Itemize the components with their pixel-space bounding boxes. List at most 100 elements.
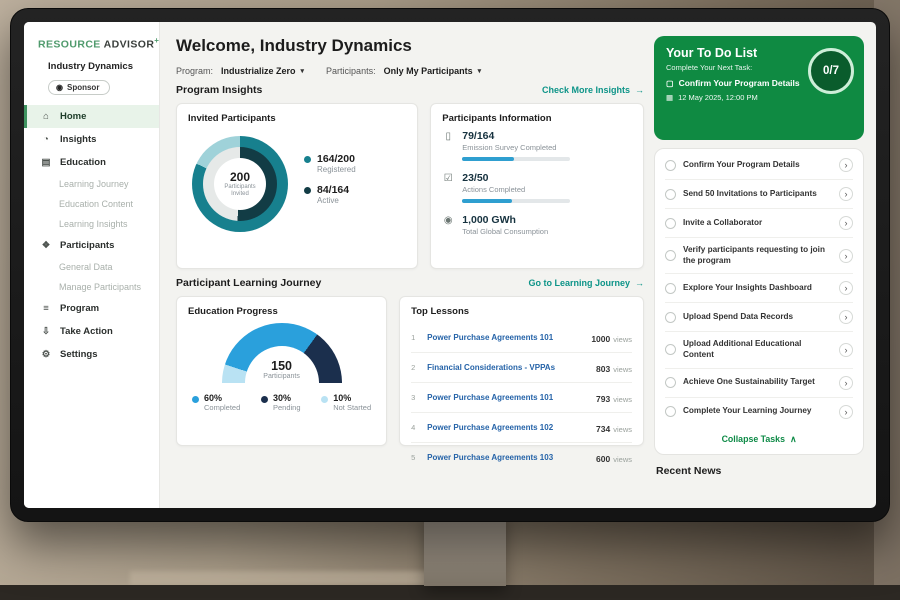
task-chevron-button[interactable]: › — [839, 158, 853, 172]
lesson-views: 1000 — [591, 334, 610, 344]
sidebar-item-education-content[interactable]: Education Content — [24, 194, 159, 214]
monitor-bezel: RESOURCE ADVISOR+ Industry Dynamics ◉ Sp… — [10, 8, 890, 522]
lesson-link[interactable]: Financial Considerations - VPPAs — [427, 363, 589, 372]
legend-label: Completed — [204, 403, 240, 412]
task-chevron-button[interactable]: › — [839, 216, 853, 230]
sidebar-item-learning-insights[interactable]: Learning Insights — [24, 214, 159, 234]
clipboard-icon: ▯ — [442, 131, 454, 161]
collapse-tasks-link[interactable]: Collapse Tasks ∧ — [665, 426, 853, 450]
task-checkbox[interactable] — [665, 189, 676, 200]
legend-value: 60% — [204, 393, 240, 403]
legend-value: 84/164 — [317, 184, 349, 196]
sidebar-item-manage-participants[interactable]: Manage Participants — [24, 277, 159, 297]
chevron-right-icon: › — [845, 160, 848, 170]
program-insights-header: Program Insights Check More Insights → — [176, 84, 644, 96]
nav-label: Participants — [60, 240, 114, 251]
todo-tasks-card: Confirm Your Program Details › Send 50 I… — [654, 148, 864, 455]
lesson-views: 803 — [596, 364, 610, 374]
lesson-views-unit: views — [613, 455, 632, 464]
learning-journey-header: Participant Learning Journey Go to Learn… — [176, 277, 644, 289]
sidebar-item-education[interactable]: ▤ Education — [24, 151, 159, 174]
card-title: Invited Participants — [188, 113, 406, 124]
task-row[interactable]: Explore Your Insights Dashboard › — [665, 274, 853, 303]
sidebar-item-program[interactable]: ≡ Program — [24, 297, 159, 320]
task-row[interactable]: Complete Your Learning Journey › — [665, 398, 853, 426]
task-checkbox[interactable] — [665, 283, 676, 294]
participants-filter-label: Participants: — [326, 66, 376, 76]
main-content: Welcome, Industry Dynamics Program: Indu… — [160, 22, 654, 508]
task-chevron-button[interactable]: › — [839, 343, 853, 357]
sidebar-item-settings[interactable]: ⚙ Settings — [24, 343, 159, 366]
learning-cards-row: Education Progress 150 Participants 60% … — [176, 296, 644, 446]
chevron-right-icon: › — [845, 189, 848, 199]
app-logo: RESOURCE ADVISOR+ — [24, 32, 159, 59]
task-checkbox[interactable] — [665, 218, 676, 229]
sidebar-item-home[interactable]: ⌂ Home — [24, 105, 159, 128]
task-checkbox[interactable] — [665, 377, 676, 388]
lesson-link[interactable]: Power Purchase Agreements 101 — [427, 393, 589, 402]
task-chevron-button[interactable]: › — [839, 249, 853, 263]
task-row[interactable]: Upload Additional Educational Content › — [665, 332, 853, 368]
task-chevron-button[interactable]: › — [839, 310, 853, 324]
task-row[interactable]: Verify participants requesting to join t… — [665, 238, 853, 274]
dashboard-screen: RESOURCE ADVISOR+ Industry Dynamics ◉ Sp… — [24, 22, 876, 508]
lesson-views-unit: views — [613, 365, 632, 374]
task-chevron-button[interactable]: › — [839, 405, 853, 419]
task-label: Verify participants requesting to join t… — [683, 245, 832, 266]
progress-bar — [462, 199, 570, 203]
nav-label: Program — [60, 303, 99, 314]
sidebar-item-learning-journey[interactable]: Learning Journey — [24, 174, 159, 194]
task-label: Achieve One Sustainability Target — [683, 377, 832, 388]
sidebar-item-take-action[interactable]: ⇩ Take Action — [24, 320, 159, 343]
task-row[interactable]: Achieve One Sustainability Target › — [665, 369, 853, 398]
task-checkbox[interactable] — [665, 344, 676, 355]
go-to-learning-journey-link[interactable]: Go to Learning Journey → — [528, 278, 644, 288]
task-chevron-button[interactable]: › — [839, 187, 853, 201]
stat-label: Emission Survey Completed — [462, 143, 570, 152]
task-chevron-button[interactable]: › — [839, 376, 853, 390]
legend-item: 10% Not Started — [321, 393, 371, 412]
stat-label: Actions Completed — [462, 185, 570, 194]
task-chevron-button[interactable]: › — [839, 281, 853, 295]
lesson-link[interactable]: Power Purchase Agreements 101 — [427, 333, 584, 342]
stat-row: ▯ 79/164 Emission Survey Completed — [442, 130, 632, 161]
task-checkbox[interactable] — [665, 250, 676, 261]
task-checkbox[interactable] — [665, 406, 676, 417]
legend-item: 164/200 Registered — [304, 153, 356, 174]
stat-label: Total Global Consumption — [462, 227, 548, 236]
task-label: Confirm Your Program Details — [683, 160, 832, 171]
nav-label: Take Action — [60, 326, 113, 337]
logo-text-secondary: ADVISOR — [104, 39, 155, 51]
program-select[interactable]: Industrialize Zero ▾ — [221, 66, 304, 76]
task-checkbox[interactable] — [665, 160, 676, 171]
legend-value: 10% — [333, 393, 371, 403]
task-row[interactable]: Send 50 Invitations to Participants › — [665, 180, 853, 209]
page-title: Welcome, Industry Dynamics — [176, 36, 644, 56]
task-row[interactable]: Upload Spend Data Records › — [665, 303, 853, 332]
task-checkbox[interactable] — [665, 312, 676, 323]
lesson-link[interactable]: Power Purchase Agreements 102 — [427, 423, 589, 432]
sidebar-item-participants[interactable]: ❖ Participants — [24, 234, 159, 257]
lesson-link[interactable]: Power Purchase Agreements 103 — [427, 453, 589, 462]
check-more-insights-link[interactable]: Check More Insights → — [542, 85, 644, 95]
participants-select[interactable]: Only My Participants ▾ — [384, 66, 482, 76]
link-label: Go to Learning Journey — [528, 278, 630, 288]
people-icon: ❖ — [40, 240, 52, 251]
caret-up-icon: ∧ — [790, 434, 796, 445]
section-title: Program Insights — [176, 84, 262, 96]
desk-edge — [0, 585, 900, 600]
legend-dot-pending — [261, 396, 268, 403]
progress-bar-fill — [462, 157, 514, 161]
chevron-down-icon: ▾ — [478, 67, 482, 75]
chevron-right-icon: › — [845, 312, 848, 322]
task-row[interactable]: Invite a Collaborator › — [665, 209, 853, 238]
progress-bar — [462, 157, 570, 161]
list-icon: ≡ — [40, 303, 52, 314]
task-row[interactable]: Confirm Your Program Details › — [665, 151, 853, 180]
sponsor-icon: ◉ — [56, 83, 63, 92]
lesson-views: 793 — [596, 394, 610, 404]
task-label: Explore Your Insights Dashboard — [683, 283, 832, 294]
sidebar-item-insights[interactable]: ◔ Insights — [24, 128, 159, 151]
legend-dot-active — [304, 187, 311, 194]
sidebar-item-general-data[interactable]: General Data — [24, 257, 159, 277]
